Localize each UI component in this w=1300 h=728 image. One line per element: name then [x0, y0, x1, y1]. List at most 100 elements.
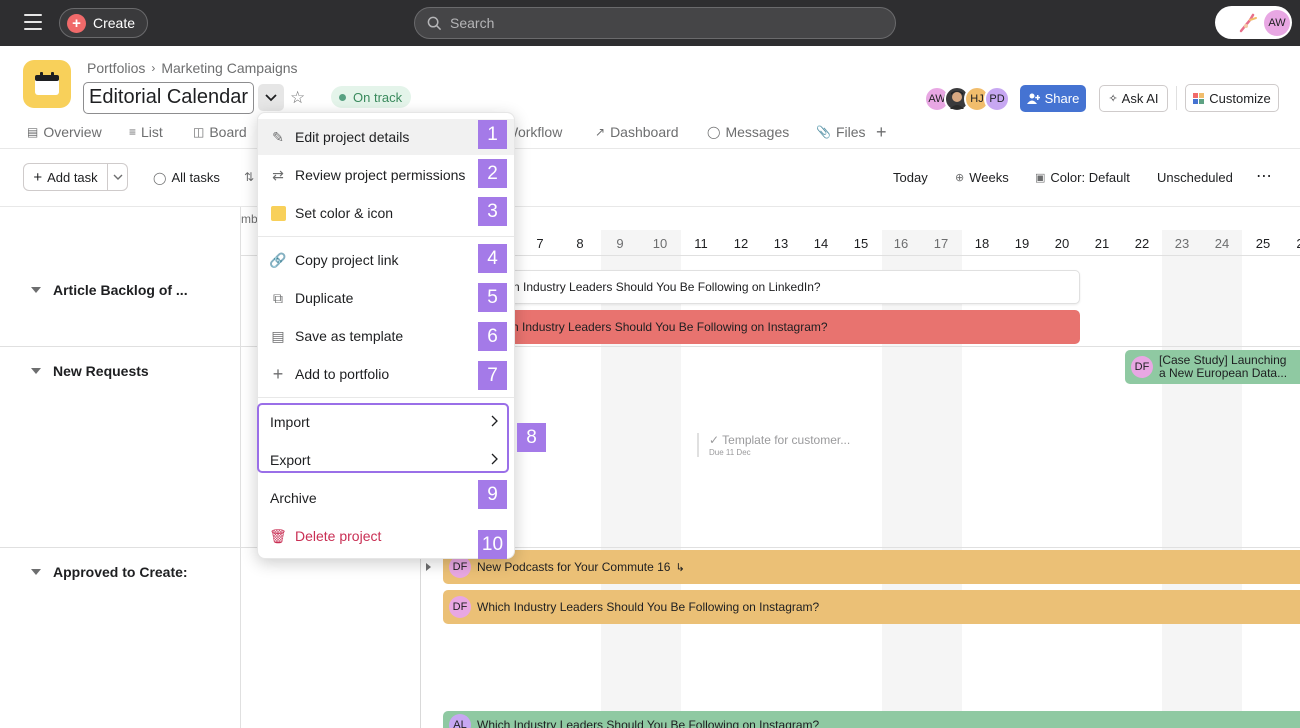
collapse-triangle-icon[interactable] — [31, 287, 41, 293]
tab-board[interactable]: ◫ Board — [193, 124, 247, 140]
weekend-band — [882, 230, 962, 728]
task-bar[interactable]: DF New Podcasts for Your Commute 16 ↳ — [443, 550, 1300, 584]
sort-icon[interactable]: ⇅ — [244, 170, 254, 184]
collapse-triangle-icon[interactable] — [31, 368, 41, 374]
tab-overview[interactable]: ▤ Overview — [27, 124, 102, 140]
color-button[interactable]: ▣ Color: Default — [1035, 170, 1130, 185]
ghost-task-due: Due 11 Dec — [709, 448, 751, 457]
date-label: 22 — [1134, 236, 1150, 251]
breadcrumb: Portfolios › Marketing Campaigns — [87, 60, 298, 76]
menu-item-copy-project-link[interactable]: 🔗 Copy project link — [258, 242, 514, 278]
menu-item-label: Add to portfolio — [295, 366, 390, 382]
weeks-zoom-button[interactable]: ⊕ Weeks — [955, 170, 1009, 185]
add-tab-button[interactable]: + — [876, 122, 887, 143]
date-label: 8 — [576, 236, 584, 251]
subtask-icon: ↳ — [675, 561, 685, 574]
month-label: mb — [241, 212, 258, 226]
ask-ai-button[interactable]: ✧ Ask AI — [1099, 85, 1168, 112]
task-title: n Industry Leaders Should You Be Followi… — [513, 280, 821, 294]
create-button[interactable]: + Create — [59, 8, 148, 38]
date-label: 24 — [1214, 236, 1230, 251]
template-icon: ▤ — [271, 327, 285, 344]
date-label: 12 — [733, 236, 749, 251]
section-title: Article Backlog of ... — [53, 282, 188, 298]
menu-item-edit-project-details[interactable]: ✎ Edit project details — [258, 119, 514, 155]
chevron-right-icon: › — [151, 61, 156, 75]
tab-label: Dashboard — [610, 124, 679, 140]
task-bar[interactable]: DF [Case Study] Launching a New European… — [1125, 350, 1300, 384]
tab-files[interactable]: 📎 Files — [816, 124, 866, 140]
more-options-icon[interactable]: ⋯ — [1256, 166, 1272, 186]
divider — [0, 148, 1300, 149]
section-article-backlog[interactable]: Article Backlog of ... — [31, 282, 188, 298]
project-title-input[interactable]: Editorial Calendar — [83, 82, 254, 114]
collapse-triangle-icon[interactable] — [31, 569, 41, 575]
chevron-down-icon — [113, 174, 122, 180]
unscheduled-label: Unscheduled — [1157, 170, 1233, 185]
menu-divider — [258, 236, 514, 237]
menu-item-save-as-template[interactable]: ▤ Save as template — [258, 318, 514, 354]
status-label: On track — [353, 89, 403, 105]
task-bar[interactable]: n Industry Leaders Should You Be Followi… — [480, 270, 1080, 304]
tab-dashboard[interactable]: ↗ Dashboard — [595, 124, 679, 140]
menu-item-set-color-icon[interactable]: Set color & icon — [258, 195, 514, 231]
menu-item-duplicate[interactable]: ⧉ Duplicate — [258, 280, 514, 316]
search-input[interactable]: Search — [414, 7, 896, 39]
hamburger-menu-icon[interactable] — [24, 14, 42, 30]
tab-label: Board — [209, 124, 247, 140]
breadcrumb-marketing-campaigns[interactable]: Marketing Campaigns — [161, 60, 297, 76]
task-bar[interactable]: AL Which Industry Leaders Should You Be … — [443, 711, 1300, 728]
weekend-band — [1162, 230, 1242, 728]
date-label: 13 — [773, 236, 789, 251]
section-divider — [0, 547, 1300, 548]
annotation-badge: 7 — [478, 361, 507, 390]
board-icon: ◫ — [193, 125, 205, 139]
all-tasks-filter[interactable]: ◯ All tasks — [153, 170, 220, 185]
unscheduled-button[interactable]: Unscheduled — [1157, 170, 1233, 185]
task-bar[interactable]: DF Which Industry Leaders Should You Be … — [443, 590, 1300, 624]
search-icon — [427, 16, 442, 30]
menu-item-review-permissions[interactable]: ⇄ Review project permissions — [258, 157, 514, 193]
plus-icon: + — [67, 13, 86, 33]
section-title: Approved to Create: — [53, 564, 188, 580]
menu-item-archive[interactable]: Archive — [258, 480, 514, 516]
menu-item-label: Delete project — [295, 528, 382, 544]
list-icon: ≡ — [129, 125, 137, 139]
share-button[interactable]: Share — [1020, 85, 1086, 112]
annotation-badge: 10 — [478, 530, 507, 559]
ghost-task[interactable]: ✓ Template for customer... Due 11 Dec — [697, 433, 850, 457]
project-calendar-icon[interactable] — [23, 60, 71, 108]
breadcrumb-portfolios[interactable]: Portfolios — [87, 60, 145, 76]
color-label: Color: Default — [1050, 170, 1130, 185]
weekend-band — [601, 230, 681, 728]
annotation-badge: 3 — [478, 197, 507, 226]
add-task-dropdown[interactable] — [108, 174, 127, 180]
today-button[interactable]: Today — [893, 170, 928, 185]
add-task-button[interactable]: + Add task — [23, 163, 128, 191]
star-icon[interactable]: ☆ — [290, 88, 305, 108]
task-bar[interactable]: n Industry Leaders Should You Be Followi… — [480, 310, 1080, 344]
menu-item-add-to-portfolio[interactable]: + Add to portfolio — [258, 356, 514, 392]
avatar: AL — [449, 714, 471, 728]
expand-subtasks-icon[interactable] — [426, 563, 431, 571]
tab-list[interactable]: ≡ List — [129, 124, 163, 140]
add-task-label: Add task — [47, 169, 98, 185]
highlight-outline — [257, 403, 509, 473]
paint-icon: ▣ — [1035, 172, 1046, 184]
menu-item-label: Save as template — [295, 328, 404, 344]
date-label: 10 — [652, 236, 668, 251]
customize-button[interactable]: Customize — [1185, 84, 1279, 112]
date-label: 20 — [1054, 236, 1070, 251]
section-approved-to-create[interactable]: Approved to Create: — [31, 564, 188, 580]
tab-messages[interactable]: ◯ Messages — [707, 124, 789, 140]
member-avatars[interactable]: AW HJ PD — [924, 86, 1010, 112]
user-avatar[interactable]: AW — [1264, 10, 1290, 36]
section-new-requests[interactable]: New Requests — [31, 363, 149, 379]
menu-item-delete-project[interactable]: 🗑 Delete project — [258, 518, 514, 554]
project-options-button[interactable] — [258, 84, 284, 111]
top-bar: + Create Search AW — [0, 0, 1300, 46]
plus-icon: + — [33, 168, 43, 186]
menu-divider — [258, 397, 514, 398]
status-badge[interactable]: On track — [331, 86, 412, 108]
annotation-badge: 2 — [478, 159, 507, 188]
